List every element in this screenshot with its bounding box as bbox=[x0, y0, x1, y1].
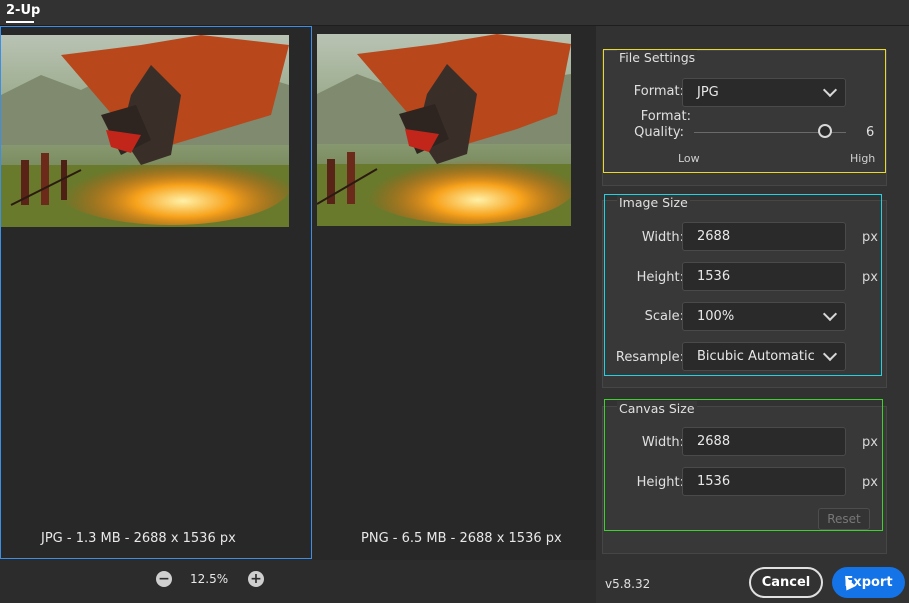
zoom-level: 12.5% bbox=[190, 572, 229, 586]
quality-value: 6 bbox=[866, 125, 875, 140]
version-label: v5.8.32 bbox=[605, 577, 651, 591]
scale-value: 100% bbox=[697, 309, 735, 324]
canvas-height-unit: px bbox=[862, 475, 878, 490]
zoom-bar: − 12.5% + bbox=[0, 560, 596, 600]
top-bar: 2-Up bbox=[0, 0, 909, 26]
preview-area: JPG - 1.3 MB - 2688 x 1536 px PNG - 6.5 … bbox=[0, 26, 596, 560]
chevron-down-icon bbox=[822, 82, 838, 98]
quality-slider-thumb[interactable] bbox=[817, 124, 832, 138]
resample-value: Bicubic Automatic bbox=[697, 349, 815, 364]
file-settings-group: File Settings Format: bbox=[602, 50, 887, 186]
reset-button[interactable]: Reset bbox=[818, 508, 870, 530]
quality-label: Quality: bbox=[634, 125, 684, 140]
preview-pane-png[interactable]: PNG - 6.5 MB - 2688 x 1536 px bbox=[314, 26, 596, 558]
tab-active-indicator bbox=[6, 21, 34, 23]
preview-pane-jpg[interactable]: JPG - 1.3 MB - 2688 x 1536 px bbox=[0, 26, 312, 559]
chevron-down-icon bbox=[822, 346, 838, 362]
image-height-unit: px bbox=[862, 270, 878, 285]
canvas-height-input[interactable]: 1536 bbox=[682, 467, 846, 496]
image-height-label: Height: bbox=[636, 270, 684, 285]
format-select[interactable]: JPG bbox=[682, 78, 846, 107]
file-settings-title: File Settings bbox=[617, 50, 698, 65]
format-label: Format: bbox=[640, 109, 691, 124]
scale-select[interactable]: 100% bbox=[682, 302, 846, 331]
image-width-unit: px bbox=[862, 230, 878, 245]
dragon-preview-image bbox=[317, 34, 571, 226]
canvas-width-unit: px bbox=[862, 435, 878, 450]
cancel-button[interactable]: Cancel bbox=[749, 567, 823, 598]
dragon-preview-image bbox=[1, 35, 289, 227]
quality-low-label: Low bbox=[678, 152, 700, 165]
canvas-height-label: Height: bbox=[636, 475, 684, 490]
preview-caption-png: PNG - 6.5 MB - 2688 x 1536 px bbox=[361, 531, 562, 546]
canvas-width-label: Width: bbox=[641, 435, 684, 450]
canvas-size-title: Canvas Size bbox=[617, 401, 697, 416]
format-value: JPG bbox=[697, 85, 719, 100]
image-width-label: Width: bbox=[641, 230, 684, 245]
chevron-down-icon bbox=[822, 306, 838, 322]
export-settings-panel: File Settings Format: Format: JPG Qualit… bbox=[596, 26, 909, 603]
resample-select[interactable]: Bicubic Automatic bbox=[682, 342, 846, 371]
resample-label: Resample: bbox=[615, 350, 684, 365]
scale-label: Scale: bbox=[644, 309, 684, 324]
canvas-width-input[interactable]: 2688 bbox=[682, 427, 846, 456]
preview-caption-jpg: JPG - 1.3 MB - 2688 x 1536 px bbox=[41, 531, 236, 546]
quality-high-label: High bbox=[850, 152, 876, 165]
image-size-title: Image Size bbox=[617, 195, 690, 210]
zoom-in-icon[interactable]: + bbox=[248, 571, 264, 587]
image-height-input[interactable]: 1536 bbox=[682, 262, 846, 291]
image-width-input[interactable]: 2688 bbox=[682, 222, 846, 251]
format-label: Format: bbox=[633, 84, 684, 99]
zoom-out-icon[interactable]: − bbox=[156, 571, 172, 587]
